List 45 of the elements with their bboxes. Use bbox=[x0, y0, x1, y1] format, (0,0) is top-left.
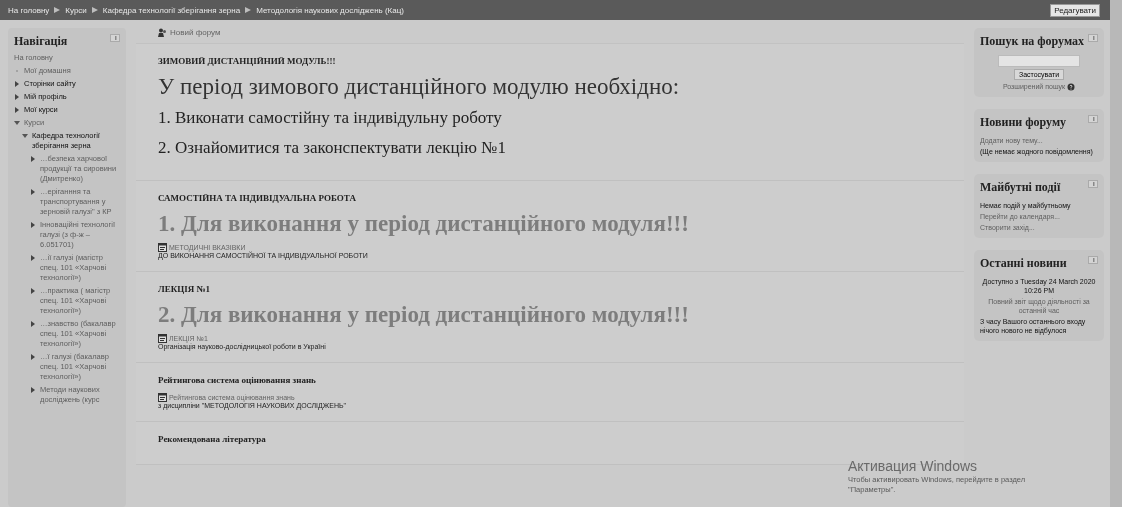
collapsed-arrow-icon[interactable] bbox=[30, 255, 36, 261]
forum-icon bbox=[158, 28, 167, 37]
collapsed-arrow-icon[interactable] bbox=[30, 222, 36, 228]
collapsed-arrow-icon[interactable] bbox=[30, 189, 36, 195]
separator-arrow-icon bbox=[91, 7, 98, 13]
separator-arrow-icon bbox=[54, 7, 61, 13]
document-icon bbox=[158, 243, 167, 252]
scrollbar[interactable] bbox=[1110, 0, 1122, 507]
document-icon bbox=[158, 393, 167, 402]
breadcrumb-link[interactable]: Курси bbox=[65, 5, 87, 15]
breadcrumb-link[interactable]: На головну bbox=[8, 5, 50, 15]
breadcrumb-link[interactable]: Кафедра технології зберігання зерна bbox=[102, 5, 241, 15]
document-icon bbox=[158, 334, 167, 343]
collapsed-arrow-icon[interactable] bbox=[14, 94, 20, 100]
collapsed-arrow-icon[interactable] bbox=[30, 354, 36, 360]
block-title: Новини форуму bbox=[980, 115, 1067, 130]
collapsed-arrow-icon[interactable] bbox=[30, 321, 36, 327]
block-title: Пошук на форумах bbox=[980, 34, 1085, 49]
separator-arrow-icon bbox=[245, 7, 252, 13]
expanded-arrow-icon[interactable] bbox=[22, 133, 28, 139]
help-icon[interactable] bbox=[1067, 82, 1076, 91]
section-heading: ЛЕКЦІЯ №1 bbox=[158, 284, 212, 294]
block-title: Останні новини bbox=[980, 256, 1067, 271]
panel-title: Навігація bbox=[14, 34, 68, 49]
block-title: Майбутні події bbox=[980, 180, 1061, 195]
section-heading: Рейтингова система оцінювання знань bbox=[158, 375, 317, 385]
collapsed-arrow-icon[interactable] bbox=[30, 288, 36, 294]
section-heading: Рекомендована література bbox=[158, 434, 267, 444]
expanded-arrow-icon[interactable] bbox=[14, 120, 20, 126]
section-heading: ЗИМОВИЙ ДИСТАНЦІЙНИЙ МОДУЛЬ!!! bbox=[158, 56, 337, 66]
edit-button[interactable]: Редагувати bbox=[1050, 3, 1100, 17]
collapsed-arrow-icon[interactable] bbox=[30, 156, 36, 162]
banner-text: 1. Для виконання у період дистанційного модуля!!! bbox=[158, 211, 690, 237]
collapsed-arrow-icon[interactable] bbox=[30, 387, 36, 393]
search-field[interactable] bbox=[998, 55, 1080, 67]
collapsed-arrow-icon[interactable] bbox=[14, 107, 20, 113]
banner-text: 2. Для виконання у період дистанційного модуля!!! bbox=[158, 302, 690, 328]
task-item: 2. Ознайомитися та законспектувати лекцію №1 bbox=[158, 138, 507, 158]
collapsed-arrow-icon[interactable] bbox=[14, 81, 20, 87]
task-item: 1. Виконати самостійну та індивідульну роботу bbox=[158, 108, 503, 128]
activation-title: Активация Windows bbox=[848, 458, 979, 474]
section-heading: САМОСТІЙНА ТА ІНДИВІДУАЛЬНА РОБОТА bbox=[158, 193, 357, 203]
breadcrumb-link[interactable]: Методологія наукових досліджень (Кац) bbox=[256, 5, 404, 15]
bullet-icon bbox=[14, 68, 20, 74]
section-title: У період зимового дистанційного модулю необхідно: bbox=[158, 74, 681, 100]
